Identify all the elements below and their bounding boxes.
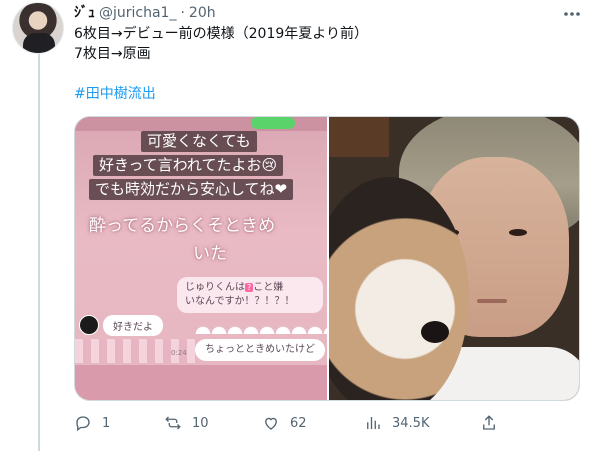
story-badge [251,117,295,129]
tweet-line-2: 7枚目→原画 [74,46,151,62]
background-frame [329,117,389,157]
avatar-suit [23,33,55,53]
ellipsis-icon[interactable] [563,2,581,21]
caption-line-3: でも時効だから安心してね❤ [89,179,294,200]
thread-connector-line [38,52,40,451]
retweet-icon [165,416,181,430]
avatar[interactable] [12,2,64,54]
like-count: 62 [290,415,307,431]
caption-line-2: 好きって言われてたよお😢 [93,155,284,176]
share-button[interactable] [480,414,498,432]
like-button[interactable]: 62 [262,414,307,432]
hashtag-link[interactable]: #田中樹流出 [74,84,584,104]
tweet-text: 6枚目→デビュー前の模様（2019年夏より前） 7枚目→原画 #田中樹流出 [74,24,584,104]
share-icon [483,415,495,430]
photo-eye-right [509,229,527,236]
dm-question-bubble: じゅりくんは? こと嫌 いなんですか！？！？！ [177,277,323,313]
tweet-header: ｼﾞｭ @juricha1_ · 20h [74,2,216,22]
big-text-line-2: いた [193,244,227,264]
retweet-count: 10 [192,415,209,431]
dm-question-highlight: ? [245,283,254,292]
caption-line-1: 可愛くなくても [141,131,257,152]
dm-question-part-3: いなんですか！？！？！ [185,296,295,307]
views-icon [367,417,380,429]
retweet-button[interactable]: 10 [164,414,209,432]
big-text-line-1: 酔ってるからくそときめ [89,216,276,236]
tweet-line-1: 6枚目→デビュー前の模様（2019年夏より前） [74,26,368,42]
media-image-left[interactable]: 可愛くなくても 好きって言われてたよお😢 でも時効だから安心してね❤ 酔ってるか… [75,117,327,400]
dm-reply-left: 好きだよ [103,315,163,336]
reply-icon [76,416,90,432]
dm-reply-right: ちょっとときめいたけど [195,339,325,361]
views-count: 34.5K [392,415,430,431]
photo-mouth [477,299,507,303]
views-button[interactable]: 34.5K [364,414,429,432]
photo-dog-nose [421,321,449,343]
reply-count: 1 [102,415,111,431]
action-bar: 1 10 62 34.5K [74,414,514,434]
reply-button[interactable]: 1 [74,414,110,432]
dm-question-part-1: じゅりくんは [185,282,245,293]
scallop-decoration [195,320,327,334]
story-footer-band [75,365,327,400]
dm-timestamp: 0:24 [171,349,187,357]
user-handle[interactable]: @juricha1_ [99,5,176,21]
dm-question-part-2: こと嫌 [253,282,284,293]
media-image-right[interactable] [329,117,579,400]
display-name[interactable]: ｼﾞｭ [74,2,95,22]
media-grid: 可愛くなくても 好きって言われてたよお😢 でも時効だから安心してね❤ 酔ってるか… [74,116,580,401]
dm-avatar [79,315,99,335]
tweet-timestamp[interactable]: 20h [189,5,216,21]
header-separator: · [180,5,185,21]
heart-icon [265,417,277,430]
